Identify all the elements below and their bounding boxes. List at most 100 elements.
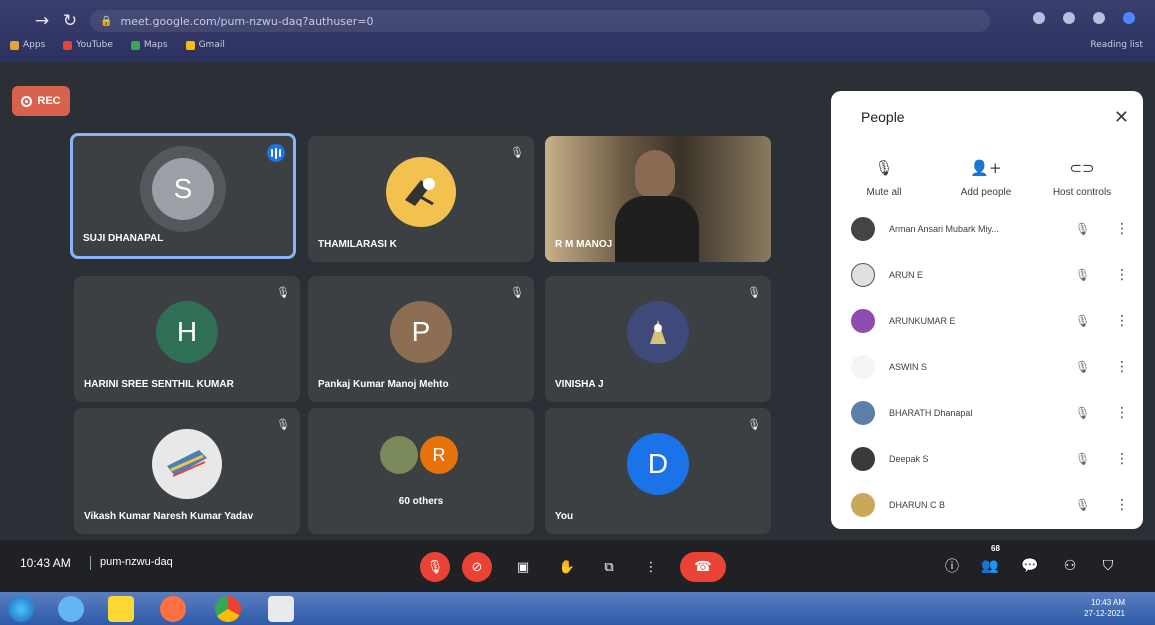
mic-off-icon[interactable]: 🎙 xyxy=(1075,360,1090,374)
more-options-icon[interactable]: ⋮ xyxy=(1115,497,1129,513)
reload-icon[interactable]: ↻ xyxy=(56,11,84,31)
captions-icon: ▣ xyxy=(516,559,530,575)
tile-suji-dhanapal[interactable]: S SUJI DHANAPAL xyxy=(70,133,296,259)
more-options-icon[interactable]: ⋮ xyxy=(1115,267,1129,283)
mute-all-button[interactable]: 🎙 Mute all xyxy=(839,159,929,198)
host-controls-shield-button[interactable]: ⛉ xyxy=(1096,554,1120,578)
mic-off-icon[interactable]: 🎙 xyxy=(1075,452,1090,466)
activities-icon: ⚇ xyxy=(1063,558,1077,574)
bookmark-youtube[interactable]: YouTube xyxy=(63,40,113,50)
add-people-button[interactable]: 👤+ Add people xyxy=(941,159,1031,198)
more-options-icon[interactable]: ⋮ xyxy=(1115,405,1129,421)
media-player-icon[interactable] xyxy=(160,596,186,622)
profile-picture-icon xyxy=(650,320,666,344)
captions-button[interactable]: ▣ xyxy=(508,552,538,582)
bookmark-apps[interactable]: Apps xyxy=(10,40,45,50)
bookmark-maps[interactable]: Maps xyxy=(130,40,168,50)
host-controls-button[interactable]: ⊂⊃ Host controls xyxy=(1037,159,1127,198)
participant-name: ARUNKUMAR E xyxy=(889,316,956,326)
participant-row[interactable]: ASWIN S 🎙 ⋮ xyxy=(851,347,1141,387)
mic-off-icon: 🎙 xyxy=(276,418,290,431)
tile-r-m-manoj[interactable]: R M MANOJ xyxy=(545,136,771,262)
tile-you[interactable]: D 🎙 You xyxy=(545,408,771,534)
youtube-icon xyxy=(63,40,73,50)
others-avatar: R xyxy=(420,436,458,474)
present-button[interactable]: ⧉ xyxy=(594,552,624,582)
tile-vinisha-j[interactable]: 🎙 VINISHA J xyxy=(545,276,771,402)
participant-row[interactable]: ARUNKUMAR E 🎙 ⋮ xyxy=(851,301,1141,341)
mic-off-icon: 🎙 xyxy=(426,559,444,575)
reading-list-button[interactable]: Reading list xyxy=(1090,40,1143,50)
address-bar[interactable]: 🔒 meet.google.com/pum-nzwu-daq?authuser=… xyxy=(90,10,990,32)
participant-row[interactable]: Arman Ansari Mubark Miy... 🎙 ⋮ xyxy=(851,209,1141,249)
participant-row[interactable]: BHARATH Dhanapal 🎙 ⋮ xyxy=(851,393,1141,433)
start-icon[interactable] xyxy=(8,596,34,622)
toggle-icon: ⊂⊃ xyxy=(1069,159,1095,177)
end-call-button[interactable]: ☎ xyxy=(680,552,726,582)
mic-off-icon: 🎙 xyxy=(874,159,894,177)
share-icon[interactable] xyxy=(1063,12,1075,24)
raise-hand-button[interactable]: ✋ xyxy=(552,552,582,582)
chat-button[interactable]: 💬 xyxy=(1018,554,1042,578)
meeting-details-button[interactable]: ⓘ xyxy=(940,554,964,578)
recording-badge[interactable]: REC xyxy=(12,86,70,116)
tile-harini-sree-senthil-kumar[interactable]: H 🎙 HARINI SREE SENTHIL KUMAR xyxy=(74,276,300,402)
browser-e-icon[interactable] xyxy=(58,596,84,622)
more-options-icon[interactable]: ⋮ xyxy=(1115,359,1129,375)
avatar xyxy=(386,157,456,227)
folder-icon[interactable] xyxy=(108,596,134,622)
participant-row[interactable]: DHARUN C B 🎙 ⋮ xyxy=(851,485,1141,525)
profile-picture-icon xyxy=(405,178,435,206)
participant-name: DHARUN C B xyxy=(889,500,946,510)
tile-thamilarasi-k[interactable]: 🎙 THAMILARASI K xyxy=(308,136,534,262)
chrome-icon[interactable] xyxy=(215,596,241,622)
participant-avatar xyxy=(851,217,875,241)
mic-off-icon[interactable]: 🎙 xyxy=(1075,498,1090,512)
control-label: Host controls xyxy=(1052,187,1112,198)
google-icon[interactable] xyxy=(268,596,294,622)
participant-avatar xyxy=(851,447,875,471)
meet-screen: → ↻ 🔒 meet.google.com/pum-nzwu-daq?authu… xyxy=(0,0,1155,625)
participant-name: ARUN E xyxy=(889,270,924,280)
shield-icon: ⛉ xyxy=(1102,558,1114,574)
people-button[interactable]: 👥 xyxy=(978,554,1002,578)
mic-off-icon[interactable]: 🎙 xyxy=(1075,406,1090,420)
mic-off-icon[interactable]: 🎙 xyxy=(1075,222,1090,236)
more-options-icon: ⋮ xyxy=(644,559,658,575)
extension-icons xyxy=(1033,12,1135,24)
control-label: Mute all xyxy=(866,187,902,198)
tile-pankaj-kumar[interactable]: P 🎙 Pankaj Kumar Manoj Mehto xyxy=(308,276,534,402)
participant-name: BHARATH Dhanapal xyxy=(889,408,973,418)
participant-name: VINISHA J xyxy=(555,379,604,390)
mic-off-icon[interactable]: 🎙 xyxy=(1075,268,1090,282)
activities-button[interactable]: ⚇ xyxy=(1058,554,1082,578)
mic-toggle-button[interactable]: 🎙 xyxy=(420,552,450,582)
avatar xyxy=(627,301,689,363)
star-icon[interactable] xyxy=(1093,12,1105,24)
present-icon: ⧉ xyxy=(604,559,614,575)
avatar: S xyxy=(152,158,214,220)
more-options-button[interactable]: ⋮ xyxy=(636,552,666,582)
camera-icon[interactable] xyxy=(1033,12,1045,24)
tile-others[interactable]: R 60 others xyxy=(308,408,534,534)
close-icon[interactable]: ✕ xyxy=(1114,107,1129,128)
participant-name: SUJI DHANAPAL xyxy=(83,233,164,244)
others-count: 60 others xyxy=(398,496,444,507)
camera-toggle-button[interactable]: ⊘ xyxy=(462,552,492,582)
meeting-code: pum-nzwu-daq xyxy=(100,556,173,568)
mic-off-icon: 🎙 xyxy=(510,286,524,299)
participant-name: Pankaj Kumar Manoj Mehto xyxy=(318,379,449,390)
tile-vikash-kumar[interactable]: 🎙 Vikash Kumar Naresh Kumar Yadav xyxy=(74,408,300,534)
more-options-icon[interactable]: ⋮ xyxy=(1115,313,1129,329)
forward-icon[interactable]: → xyxy=(28,11,56,31)
bookmark-gmail[interactable]: Gmail xyxy=(185,40,225,50)
participant-row[interactable]: ARUN E 🎙 ⋮ xyxy=(851,255,1141,295)
mic-off-icon: 🎙 xyxy=(747,418,761,431)
participant-avatar xyxy=(851,355,875,379)
more-options-icon[interactable]: ⋮ xyxy=(1115,451,1129,467)
more-options-icon[interactable]: ⋮ xyxy=(1115,221,1129,237)
mic-off-icon[interactable]: 🎙 xyxy=(1075,314,1090,328)
participant-row[interactable]: Deepak S 🎙 ⋮ xyxy=(851,439,1141,479)
bookmarks-bar: Apps YouTube Maps Gmail xyxy=(10,40,225,50)
profile-icon[interactable] xyxy=(1123,12,1135,24)
